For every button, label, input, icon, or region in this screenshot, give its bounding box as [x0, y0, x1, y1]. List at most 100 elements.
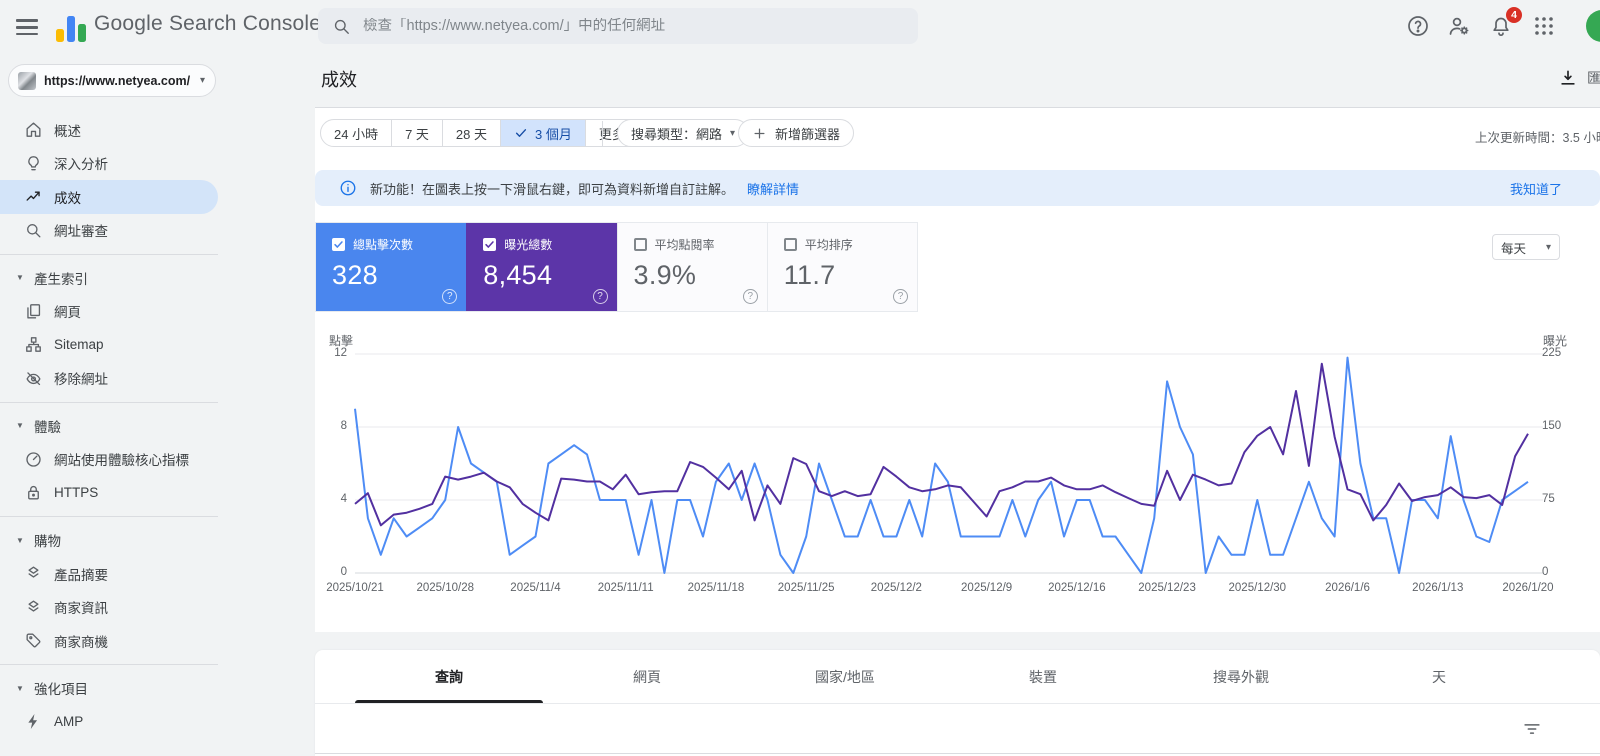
help-icon[interactable]	[1406, 14, 1430, 38]
clicks-checkbox[interactable]	[332, 238, 345, 251]
dimensions-table-card: 查詢 網頁 國家/地區 裝置 搜尋外觀 天	[315, 650, 1600, 756]
dimension-tabs: 查詢 網頁 國家/地區 裝置 搜尋外觀 天	[315, 650, 1600, 704]
sidebar-divider	[0, 253, 218, 255]
learn-more-link[interactable]: 瞭解詳情	[747, 179, 799, 198]
sidebar-item-sitemaps[interactable]: Sitemap	[0, 328, 218, 362]
range-24h-button[interactable]: 24 小時	[320, 119, 393, 147]
performance-chart[interactable]: 點擊 曝光 0 4 8 12 0 75 150 225 2025/10/21 2025/10/28…	[315, 330, 1600, 605]
x-axis-tick-label: 2026/1/13	[1412, 582, 1464, 594]
left-axis-tick-label: 8	[340, 420, 347, 432]
sidebar-item-core-web-vitals[interactable]: 網站使用體驗核心指標	[0, 443, 218, 477]
check-icon	[485, 241, 494, 248]
metric-help-icon[interactable]: ?	[893, 289, 908, 304]
sidebar-item-product-snippets[interactable]: 產品摘要	[0, 557, 218, 591]
search-type-chip[interactable]: 搜尋類型：網路 ▾	[617, 119, 750, 147]
add-filter-chip[interactable]: 新增篩選器	[738, 119, 855, 147]
tab-search-appearance[interactable]: 搜尋外觀	[1142, 650, 1340, 703]
tab-countries[interactable]: 國家/地區	[746, 650, 944, 703]
sidebar-item-label: 概述	[54, 123, 81, 139]
lock-icon	[23, 483, 43, 503]
metric-help-icon[interactable]: ?	[742, 289, 758, 304]
menu-icon[interactable]	[16, 15, 38, 37]
total-impressions-card[interactable]: 曝光總數 8,454 ?	[466, 223, 617, 311]
sidebar-item-merchant-listings[interactable]: 商家資訊	[0, 591, 218, 625]
sidebar-item-amp[interactable]: AMP	[0, 705, 218, 739]
url-inspection-searchbox[interactable]	[318, 8, 918, 44]
granularity-dropdown[interactable]: 每天 ▾	[1492, 234, 1560, 260]
impressions-checkbox[interactable]	[483, 238, 497, 251]
right-axis-tick-label: 75	[1542, 493, 1555, 505]
total-clicks-card[interactable]: 總點擊次數 328 ?	[316, 223, 467, 311]
metric-label: 總點擊次數	[353, 238, 414, 252]
sidebar-item-shopping-opportunities[interactable]: 商家商機	[0, 624, 218, 658]
x-axis-tick-label: 2025/10/28	[416, 582, 474, 594]
add-filter-label: 新增篩選器	[775, 126, 841, 142]
sidebar-section-label: 體驗	[34, 419, 61, 435]
x-axis-tick-label: 2026/1/20	[1502, 582, 1554, 594]
sidebar-section-shopping[interactable]: ▼ 購物	[0, 524, 218, 558]
table-toolbar	[315, 704, 1600, 754]
account-avatar[interactable]	[1586, 10, 1600, 42]
lightbulb-icon	[23, 153, 43, 173]
logo-bar-green	[78, 24, 86, 42]
collapse-arrow-icon: ▼	[16, 273, 24, 283]
sidebar-item-url-inspection[interactable]: 網址審查	[0, 214, 218, 248]
check-icon	[334, 241, 343, 248]
export-label: 匯出	[1587, 70, 1600, 86]
sidebar-item-label: 網址審查	[54, 224, 108, 240]
metric-value: 11.7	[783, 260, 836, 290]
x-axis-tick-label: 2025/12/2	[870, 582, 922, 594]
average-ctr-card[interactable]: 平均點閱率 3.9% ?	[616, 223, 767, 311]
range-3mo-button[interactable]: 3 個月	[500, 119, 586, 147]
x-axis-tick-label: 2025/11/4	[510, 582, 561, 594]
filter-divider	[602, 121, 603, 146]
sidebar-item-insights[interactable]: 深入分析	[0, 147, 218, 181]
property-selector[interactable]: https://www.netyea.com/ ▾	[8, 64, 216, 97]
sidebar-item-https[interactable]: HTTPS	[0, 476, 218, 510]
right-axis-tick-label: 225	[1542, 347, 1562, 359]
sidebar-item-label: 成效	[54, 190, 81, 206]
logo-bar-yellow	[56, 29, 64, 42]
user-settings-icon[interactable]	[1447, 14, 1471, 38]
collapse-arrow-icon: ▼	[16, 535, 24, 545]
metric-help-icon[interactable]: ?	[592, 289, 608, 304]
sidebar-item-performance[interactable]: 成效	[0, 180, 218, 214]
x-axis-tick-label: 2025/10/21	[326, 582, 384, 594]
got-it-button[interactable]: 我知道了	[1510, 179, 1562, 198]
home-icon	[23, 120, 43, 140]
search-console-logo-icon[interactable]	[56, 10, 86, 42]
x-axis-tick-label: 2025/12/23	[1138, 582, 1196, 594]
sidebar-item-label: 產品摘要	[54, 567, 108, 583]
url-inspection-input[interactable]	[363, 18, 904, 34]
google-apps-grid-icon[interactable]	[1532, 14, 1556, 38]
sidebar-section-enhancements[interactable]: ▼ 強化項目	[0, 672, 218, 706]
tab-dates[interactable]: 天	[1340, 650, 1538, 703]
tab-queries[interactable]: 查詢	[350, 650, 548, 703]
sidebar-divider	[0, 516, 218, 517]
sidebar-section-experience[interactable]: ▼ 體驗	[0, 409, 218, 443]
right-axis-tick-label: 0	[1542, 566, 1549, 578]
metric-value: 3.9%	[633, 260, 697, 290]
sidebar-section-indexing[interactable]: ▼ 產生索引	[0, 261, 218, 295]
export-button[interactable]: 匯出	[1558, 68, 1600, 88]
app-title: Google Search Console	[94, 12, 322, 35]
average-position-card[interactable]: 平均排序 11.7 ?	[766, 223, 917, 311]
page-title: 成效	[321, 70, 357, 90]
banner-text: 新功能！在圖表上按一下滑鼠右鍵，即可為資料新增自訂註解。	[370, 181, 735, 197]
range-7d-button[interactable]: 7 天	[391, 119, 443, 147]
metric-help-icon[interactable]: ?	[442, 289, 458, 304]
filter-list-icon[interactable]	[1521, 718, 1543, 740]
range-28d-button[interactable]: 28 天	[441, 119, 501, 147]
sidebar-item-label: 商家資訊	[54, 601, 108, 617]
position-checkbox[interactable]	[783, 238, 797, 251]
ctr-checkbox[interactable]	[633, 238, 647, 251]
chart-canvas[interactable]	[315, 330, 1600, 605]
check-icon	[515, 129, 527, 137]
sidebar-item-removals[interactable]: 移除網址	[0, 362, 218, 396]
series-line-點擊[interactable]	[354, 356, 1529, 574]
sidebar-item-pages[interactable]: 網頁	[0, 295, 218, 329]
sidebar-item-overview[interactable]: 概述	[0, 113, 218, 147]
tab-devices[interactable]: 裝置	[944, 650, 1142, 703]
right-axis-tick-label: 150	[1542, 420, 1562, 432]
tab-pages[interactable]: 網頁	[548, 650, 746, 703]
